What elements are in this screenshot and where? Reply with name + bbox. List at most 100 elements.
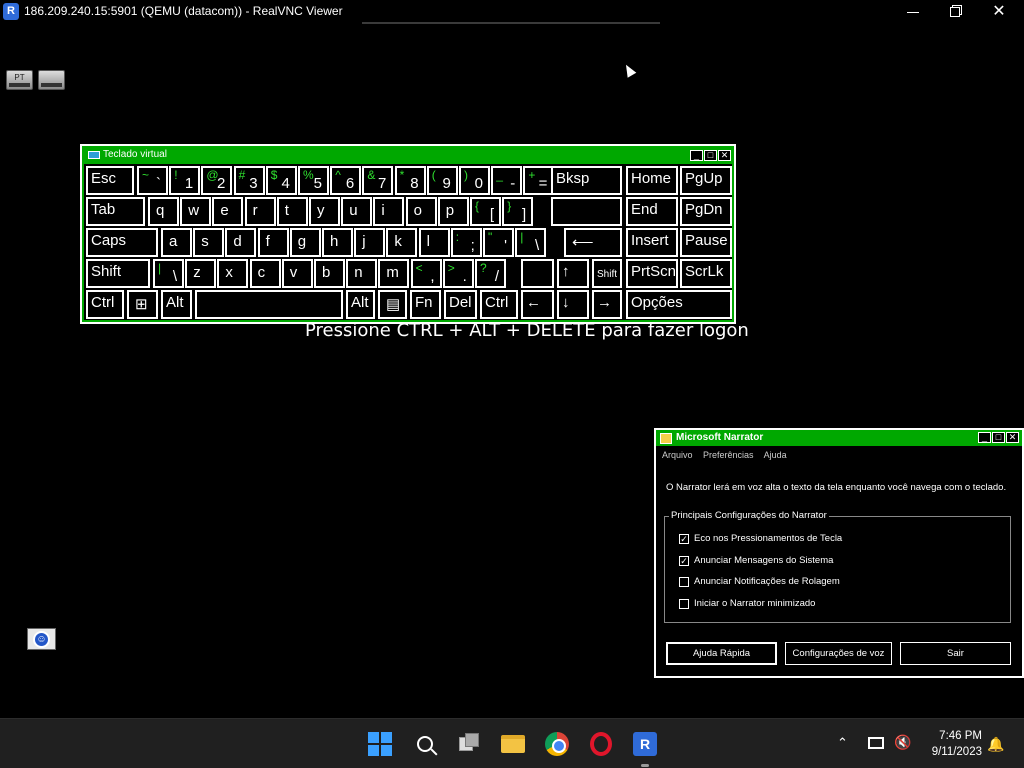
key-punct-2[interactable]: | \ xyxy=(515,228,547,257)
key-opcoes[interactable]: Opções xyxy=(626,290,732,319)
file-explorer-icon[interactable] xyxy=(500,731,526,757)
key-row1-2[interactable]: @2 xyxy=(201,166,233,195)
key-sym-1[interactable]: >. xyxy=(442,259,474,288)
key-q[interactable]: q xyxy=(148,197,179,226)
key-r[interactable]: r xyxy=(244,197,276,226)
key-row1-6[interactable]: ^ 6 xyxy=(330,166,362,195)
quick-help-button[interactable]: Ajuda Rápida xyxy=(666,642,777,665)
key-b[interactable]: b xyxy=(314,259,345,288)
key-row1-3[interactable]: #3 xyxy=(233,166,265,195)
key-bracket-1[interactable]: }] xyxy=(502,197,534,226)
key-x[interactable]: x xyxy=(217,259,249,288)
key-g[interactable]: g xyxy=(289,228,321,257)
key-row1-12[interactable]: + = xyxy=(523,166,555,195)
option-eco-teclas[interactable]: ✓ Eco nos Pressionamentos de Tecla xyxy=(679,533,842,544)
key-enter[interactable]: ⟵ xyxy=(564,228,622,257)
key-menu[interactable]: ▤ xyxy=(378,290,407,319)
key-altgr[interactable]: Alt xyxy=(346,290,375,319)
key-t[interactable]: t xyxy=(276,197,308,226)
osk-close-button[interactable]: ✕ xyxy=(718,150,731,161)
menu-preferencias[interactable]: Preferências xyxy=(703,450,754,460)
key-pgup[interactable]: PgUp xyxy=(680,166,732,195)
notifications-bell-icon[interactable]: 🔔 xyxy=(987,736,1004,752)
restore-button[interactable] xyxy=(932,0,978,24)
key-esc[interactable]: Esc xyxy=(86,166,134,195)
search-icon[interactable] xyxy=(412,731,438,757)
osk-minimize-button[interactable]: _ xyxy=(690,150,703,161)
key-del[interactable]: Del xyxy=(444,290,477,319)
narrator-maximize-button[interactable]: □ xyxy=(992,432,1005,443)
key-punct-0[interactable]: :; xyxy=(450,228,482,257)
checkbox[interactable]: ✓ xyxy=(679,533,689,544)
narrator-close-button[interactable]: ✕ xyxy=(1006,432,1019,443)
key-k[interactable]: k xyxy=(386,228,418,257)
key-row1-1[interactable]: ! 1 xyxy=(169,166,201,195)
key-fn[interactable]: Fn xyxy=(410,290,441,319)
exit-button[interactable]: Sair xyxy=(900,642,1011,665)
key-y[interactable]: y xyxy=(309,197,340,226)
key-o[interactable]: o xyxy=(405,197,437,226)
key-row1-7[interactable]: & 7 xyxy=(362,166,394,195)
key-l[interactable]: l xyxy=(418,228,450,257)
key-d[interactable]: d xyxy=(225,228,257,257)
key-n[interactable]: n xyxy=(346,259,378,288)
key-f[interactable]: f xyxy=(257,228,289,257)
key-shift-left[interactable]: Shift xyxy=(86,259,150,288)
checkbox[interactable] xyxy=(679,598,689,609)
key-enter-top[interactable] xyxy=(551,197,622,226)
key-j[interactable]: j xyxy=(354,228,386,257)
key-p[interactable]: p xyxy=(437,197,469,226)
checkbox[interactable] xyxy=(679,576,689,587)
option-iniciar-minimizado[interactable]: Iniciar o Narrator minimizado xyxy=(679,598,815,609)
key-z[interactable]: z xyxy=(185,259,217,288)
key-row1-5[interactable]: % 5 xyxy=(298,166,329,195)
key-row1-9[interactable]: (9 xyxy=(426,166,458,195)
chrome-icon[interactable] xyxy=(544,731,570,757)
key-right[interactable]: → xyxy=(592,290,622,319)
menu-ajuda[interactable]: Ajuda xyxy=(764,450,787,460)
voice-settings-button[interactable]: Configurações de voz xyxy=(785,642,892,665)
key-s[interactable]: s xyxy=(193,228,225,257)
close-button[interactable]: ✕ xyxy=(976,0,1022,24)
clock-date[interactable]: 9/11/2023 xyxy=(920,746,982,758)
option-notificacoes-rolagem[interactable]: Anunciar Notificações de Rolagem xyxy=(679,576,840,587)
key-row1-4[interactable]: $4 xyxy=(265,166,297,195)
key-up[interactable]: ↑ xyxy=(557,259,589,288)
key-left[interactable]: ← xyxy=(521,290,554,319)
key-pgdn[interactable]: PgDn xyxy=(680,197,732,226)
narrator-titlebar[interactable]: Microsoft Narrator _ □ ✕ xyxy=(656,430,1022,446)
key-alt-left[interactable]: Alt xyxy=(161,290,192,319)
language-indicator[interactable]: PT xyxy=(6,70,33,90)
key-row1-11[interactable]: _ - xyxy=(491,166,523,195)
menu-arquivo[interactable]: Arquivo xyxy=(662,450,693,460)
key-down[interactable]: ↓ xyxy=(557,290,589,319)
key-e[interactable]: e xyxy=(212,197,244,226)
key-h[interactable]: h xyxy=(322,228,353,257)
network-icon[interactable] xyxy=(868,737,884,749)
key-scrlk[interactable]: ScrLk xyxy=(680,259,732,288)
key-home[interactable]: Home xyxy=(626,166,678,195)
key-punct-1[interactable]: " ' xyxy=(483,228,514,257)
key-bracket-0[interactable]: {[ xyxy=(470,197,501,226)
minimize-button[interactable] xyxy=(890,0,936,24)
opera-icon[interactable] xyxy=(588,731,614,757)
keyboard-icon[interactable] xyxy=(38,70,65,90)
key-ctrl-right[interactable]: Ctrl xyxy=(480,290,518,319)
key-m[interactable]: m xyxy=(378,259,410,288)
key-backspace[interactable]: Bksp xyxy=(551,166,622,195)
clock-time[interactable]: 7:46 PM xyxy=(930,730,982,742)
key-insert[interactable]: Insert xyxy=(626,228,678,257)
key-windows[interactable]: ⊞ xyxy=(127,290,158,319)
key-i[interactable]: i xyxy=(373,197,405,226)
key-end[interactable]: End xyxy=(626,197,678,226)
key-row1-10[interactable]: ) 0 xyxy=(459,166,490,195)
task-view-icon[interactable] xyxy=(456,731,482,757)
key-sym-0[interactable]: <, xyxy=(410,259,442,288)
show-hidden-icons-chevron-icon[interactable]: ⌃ xyxy=(837,735,851,750)
key-prtscn[interactable]: PrtScn xyxy=(626,259,678,288)
key-ctrl-left[interactable]: Ctrl xyxy=(86,290,124,319)
key-tab[interactable]: Tab xyxy=(86,197,145,226)
remote-desktop[interactable]: PT Teclado virtual _ □ ✕ Esc ~ `! 1 @2 #3 $4% 5… xyxy=(0,24,1024,718)
key-sym-2[interactable]: ? / xyxy=(475,259,506,288)
volume-muted-icon[interactable]: 🔇 xyxy=(894,734,911,751)
